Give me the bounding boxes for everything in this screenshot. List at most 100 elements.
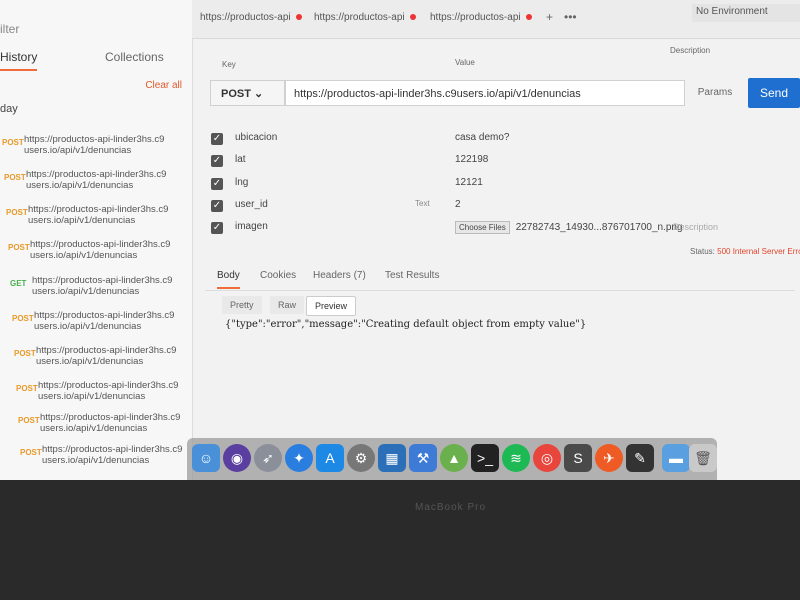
param-value[interactable]: 122198 — [455, 154, 488, 165]
history-url: https://productos-api-linder3hs.c9 users… — [34, 310, 175, 332]
checkbox[interactable]: ✓ — [211, 222, 223, 234]
request-tab[interactable]: https://productos-api — [314, 12, 416, 36]
system-preferences-icon[interactable]: ⚙ — [347, 444, 375, 472]
tab-body[interactable]: Body — [217, 270, 240, 289]
history-item[interactable]: POST https://productos-api-linder3hs.c9 … — [8, 239, 188, 269]
history-item[interactable]: GET https://productos-api-linder3hs.c9 u… — [10, 275, 190, 305]
history-url: https://productos-api-linder3hs.c9 users… — [42, 444, 183, 466]
sketch-icon[interactable]: ✎ — [626, 444, 654, 472]
tab-test-results[interactable]: Test Results — [385, 270, 439, 281]
history-item[interactable]: POST https://productos-api-linder3hs.c9 … — [2, 134, 182, 164]
new-tab-button[interactable]: + — [546, 10, 553, 24]
status-label: Status: — [690, 247, 715, 256]
method-select[interactable]: POST ⌄ — [210, 80, 285, 106]
method-label: POST — [14, 349, 36, 358]
key-column-header: Key — [222, 60, 236, 69]
param-row: ✓ ubicacion casa demo? — [205, 130, 675, 152]
sidebar: ilter History Collections Clear all day … — [0, 0, 193, 480]
method-label: POST — [8, 243, 30, 252]
history-item[interactable]: POST https://productos-api-linder3hs.c9 … — [16, 380, 196, 410]
response-tabs: Body Cookies Headers (7) Test Results — [205, 264, 795, 291]
history-item[interactable]: POST https://productos-api-linder3hs.c9 … — [4, 169, 184, 199]
xcode-icon[interactable]: ⚒ — [409, 444, 437, 472]
view-preview-button[interactable]: Preview — [306, 296, 357, 316]
spotify-icon[interactable]: ≋ — [502, 444, 530, 472]
param-key[interactable]: ubicacion — [235, 132, 277, 143]
unsaved-dot-icon — [409, 14, 416, 21]
history-url: https://productos-api-linder3hs.c9 users… — [32, 275, 173, 297]
param-row: ✓ imagen Choose Files 22782743_14930...87… — [205, 219, 683, 241]
view-raw-button[interactable]: Raw — [270, 296, 305, 314]
clear-all-button[interactable]: Clear all — [145, 80, 182, 91]
unsaved-dot-icon — [525, 14, 532, 21]
history-url: https://productos-api-linder3hs.c9 users… — [28, 204, 169, 226]
android-studio-icon[interactable]: ▲ — [440, 444, 468, 472]
method-label: POST — [16, 384, 38, 393]
param-key[interactable]: lng — [235, 177, 248, 188]
param-key[interactable]: user_id — [235, 199, 268, 210]
param-row: ✓ user_id Text 2 — [205, 197, 675, 219]
view-pretty-button[interactable]: Pretty — [222, 296, 262, 314]
history-url: https://productos-api-linder3hs.c9 users… — [26, 169, 167, 191]
params-button[interactable]: Params — [690, 80, 740, 106]
param-value[interactable]: 2 — [455, 199, 461, 210]
tab-label: https://productos-api — [314, 12, 405, 23]
method-label: POST — [20, 448, 42, 457]
history-item[interactable]: POST https://productos-api-linder3hs.c9 … — [14, 345, 194, 375]
request-tab[interactable]: https://productos-api — [430, 12, 532, 36]
safari-icon[interactable]: ✦ — [285, 444, 313, 472]
tower-icon[interactable]: ▦ — [378, 444, 406, 472]
method-label: POST — [12, 314, 34, 323]
param-type-select[interactable]: Text — [415, 199, 430, 208]
siri-icon[interactable]: ◉ — [223, 444, 251, 472]
param-row: ✓ lat 122198 — [205, 152, 675, 174]
terminal-icon[interactable]: >_ — [471, 444, 499, 472]
history-item[interactable]: POST https://productos-api-linder3hs.c9 … — [18, 412, 198, 442]
response-status: Status: 500 Internal Server Erro — [690, 247, 800, 256]
description-input[interactable]: Description — [673, 222, 718, 232]
param-key[interactable]: imagen — [235, 221, 268, 232]
choose-files-button[interactable]: Choose Files — [455, 221, 510, 234]
history-item[interactable]: POST https://productos-api-linder3hs.c9 … — [12, 310, 192, 340]
history-url: https://productos-api-linder3hs.c9 users… — [36, 345, 177, 367]
param-value[interactable]: 12121 — [455, 177, 483, 188]
method-label: POST — [4, 173, 26, 182]
history-item[interactable]: POST https://productos-api-linder3hs.c9 … — [20, 444, 200, 474]
history-url: https://productos-api-linder3hs.c9 users… — [24, 134, 165, 156]
history-item[interactable]: POST https://productos-api-linder3hs.c9 … — [6, 204, 186, 234]
environment-select[interactable]: No Environment — [692, 4, 800, 22]
send-button[interactable]: Send — [748, 78, 800, 108]
app-store-icon[interactable]: A — [316, 444, 344, 472]
checkbox[interactable]: ✓ — [211, 155, 223, 167]
history-filter-input[interactable]: ilter — [0, 22, 19, 36]
tab-cookies[interactable]: Cookies — [260, 270, 296, 281]
history-group-label: day — [0, 103, 18, 115]
method-label: POST — [6, 208, 28, 217]
tab-headers[interactable]: Headers (7) — [313, 270, 366, 281]
dock: ☺ ◉ ➶ ✦ A ⚙ ▦ ⚒ ▲ >_ ≋ ◎ S ✈ ✎ ▬ 🗑 — [187, 438, 717, 480]
tab-collections[interactable]: Collections — [105, 50, 164, 64]
checkbox[interactable]: ✓ — [211, 133, 223, 145]
trash-icon[interactable]: 🗑 — [689, 444, 717, 472]
postman-icon[interactable]: ✈ — [595, 444, 623, 472]
more-tabs-button[interactable]: ••• — [564, 10, 577, 24]
folder-icon[interactable]: ▬ — [662, 444, 690, 472]
tab-history[interactable]: History — [0, 50, 38, 71]
param-value[interactable]: casa demo? — [455, 132, 509, 143]
history-url: https://productos-api-linder3hs.c9 users… — [38, 380, 179, 402]
url-input[interactable]: https://productos-api-linder3hs.c9users.… — [285, 80, 685, 106]
checkbox[interactable]: ✓ — [211, 178, 223, 190]
method-label: GET — [10, 279, 27, 288]
laptop-bezel-label: MacBook Pro — [415, 502, 487, 513]
chrome-icon[interactable]: ◎ — [533, 444, 561, 472]
param-key[interactable]: lat — [235, 154, 246, 165]
sidebar-tabs: History Collections — [0, 50, 192, 76]
history-url: https://productos-api-linder3hs.c9 users… — [30, 239, 171, 261]
checkbox[interactable]: ✓ — [211, 200, 223, 212]
request-tab[interactable]: https://productos-api — [200, 12, 302, 36]
launchpad-icon[interactable]: ➶ — [254, 444, 282, 472]
method-label: POST — [18, 416, 40, 425]
history-url: https://productos-api-linder3hs.c9 users… — [40, 412, 181, 434]
sublime-icon[interactable]: S — [564, 444, 592, 472]
finder-icon[interactable]: ☺ — [192, 444, 220, 472]
